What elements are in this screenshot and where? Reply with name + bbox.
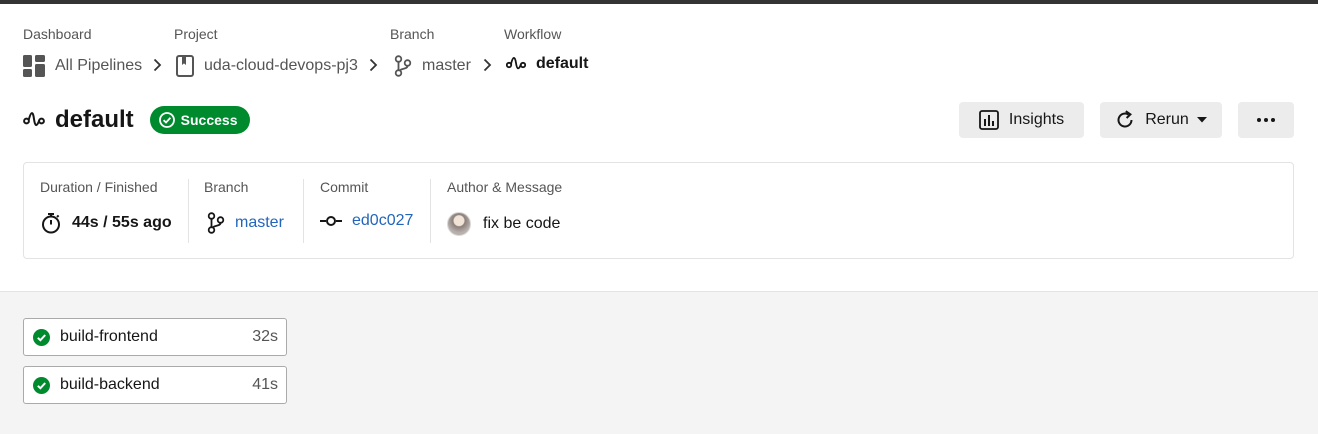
branch-caption: Branch (204, 179, 249, 195)
commit-hash: ed0c027 (352, 212, 414, 229)
job-duration: 41s (252, 376, 278, 393)
breadcrumb-dashboard: Dashboard All Pipelines (23, 26, 142, 77)
top-bar (0, 0, 1318, 4)
page-header: default Success (23, 104, 250, 136)
branch-link[interactable]: master (204, 212, 284, 234)
author-message-value: fix be code (447, 212, 560, 236)
breadcrumb-workflow: Workflow default (504, 26, 588, 72)
rerun-button[interactable]: Rerun (1100, 102, 1222, 138)
commit-column: Commit ed0c027 (320, 179, 413, 241)
job-name: build-backend (60, 376, 160, 393)
branch-column: Branch master (204, 179, 284, 241)
job-build-backend[interactable]: build-backend 41s (23, 366, 287, 404)
caret-down-icon (1196, 117, 1207, 123)
breadcrumb-label: All Pipelines (55, 57, 143, 74)
commit-message: fix be code (483, 215, 561, 232)
chevron-right-icon (481, 56, 493, 74)
divider (430, 179, 431, 243)
duration-value: 44s / 55s ago (40, 212, 172, 234)
breadcrumb-link-all-pipelines[interactable]: All Pipelines (23, 55, 142, 77)
job-name: build-frontend (60, 328, 158, 345)
more-horizontal-icon (1256, 117, 1276, 123)
page-title: default (55, 106, 134, 133)
breadcrumb-branch: Branch master (390, 26, 471, 77)
duration-text: 44s / 55s ago (72, 214, 172, 231)
chevron-right-icon (151, 56, 163, 74)
status-label: Success (180, 112, 238, 128)
workflow-icon (23, 111, 45, 129)
divider (188, 179, 189, 243)
dashboard-grid-icon (23, 55, 45, 77)
commit-link[interactable]: ed0c027 (320, 212, 413, 230)
bar-chart-icon (979, 110, 999, 130)
divider (303, 179, 304, 243)
breadcrumb-label: default (536, 55, 589, 72)
branch-icon (207, 212, 225, 234)
rerun-label: Rerun (1145, 111, 1189, 128)
insights-label: Insights (1008, 111, 1065, 128)
branch-text: master (235, 214, 284, 231)
chevron-right-icon (367, 56, 379, 74)
stopwatch-icon (40, 212, 62, 234)
breadcrumb-current-workflow: default (506, 55, 588, 73)
author-caption: Author & Message (447, 179, 563, 195)
breadcrumb-caption: Dashboard (23, 26, 92, 42)
insights-button[interactable]: Insights (959, 102, 1084, 138)
avatar[interactable] (447, 212, 471, 236)
breadcrumb-caption: Workflow (504, 26, 562, 42)
refresh-icon (1115, 110, 1135, 130)
workflow-icon (506, 56, 526, 72)
breadcrumb-link-branch[interactable]: master (394, 55, 471, 77)
repo-icon (176, 55, 194, 77)
check-circle-icon (158, 112, 175, 128)
duration-caption: Duration / Finished (40, 179, 158, 195)
breadcrumb-link-project[interactable]: uda-cloud-devops-pj3 (176, 55, 358, 77)
job-build-frontend[interactable]: build-frontend 32s (23, 318, 287, 356)
more-options-button[interactable] (1238, 102, 1294, 138)
success-check-icon (33, 328, 50, 346)
branch-icon (394, 55, 412, 77)
job-duration: 32s (252, 328, 278, 345)
duration-column: Duration / Finished 44s / 55s ago (40, 179, 172, 241)
commit-caption: Commit (320, 179, 369, 195)
breadcrumb-label: uda-cloud-devops-pj3 (204, 57, 358, 74)
breadcrumb-caption: Project (174, 26, 218, 42)
breadcrumb-project: Project uda-cloud-devops-pj3 (174, 26, 358, 77)
author-message-column: Author & Message fix be code (447, 179, 562, 241)
breadcrumb-label: master (422, 57, 471, 74)
pipeline-summary-card: Duration / Finished 44s / 55s ago Branch… (23, 162, 1294, 259)
breadcrumb-caption: Branch (390, 26, 435, 42)
commit-icon (320, 215, 342, 227)
success-check-icon (33, 376, 50, 394)
status-badge: Success (149, 106, 250, 134)
jobs-area: build-frontend 32s build-backend 41s (0, 291, 1318, 434)
